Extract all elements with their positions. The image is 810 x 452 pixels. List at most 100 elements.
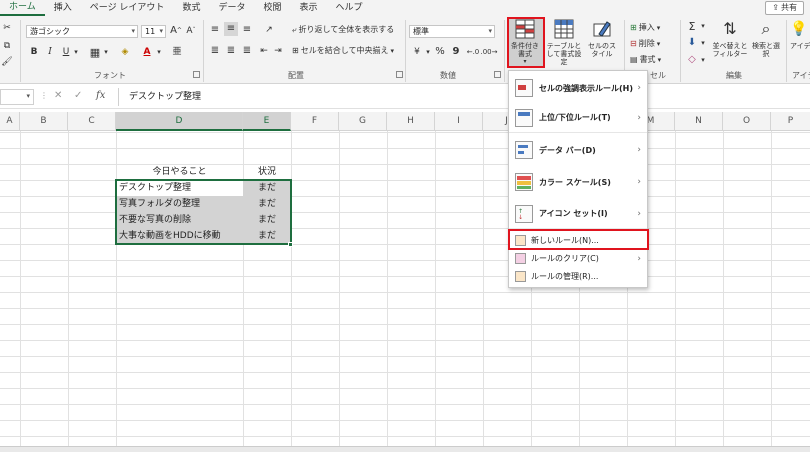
merge-center-button[interactable]: ⊞ セルを結合して中央揃え ▾: [292, 45, 394, 56]
sort-filter-button[interactable]: ⇅ 並べ替えとフィルター: [712, 18, 748, 68]
percent-icon[interactable]: %: [434, 45, 446, 59]
number-format-select[interactable]: 標準 ▾: [409, 25, 495, 38]
enter-icon[interactable]: ✓: [74, 90, 82, 101]
column-header-g[interactable]: G: [339, 112, 387, 131]
align-top-icon[interactable]: ≡: [208, 24, 222, 36]
tab-insert[interactable]: 挿入: [45, 0, 81, 16]
format-cells-icon: ▤: [630, 55, 638, 64]
column-header-i[interactable]: I: [435, 112, 483, 131]
format-cells-button[interactable]: ▤ 書式 ▾: [630, 54, 661, 65]
chevron-right-icon: ›: [637, 112, 641, 123]
format-as-table-button[interactable]: テーブルとして書式設定: [544, 18, 584, 68]
align-bottom-icon[interactable]: ≡: [240, 24, 254, 36]
decrease-decimal-icon[interactable]: .00→: [481, 45, 498, 59]
phonetic-icon[interactable]: 亜: [170, 45, 184, 59]
column-header-p[interactable]: P: [771, 112, 810, 131]
ribbon: ✂ ⧉ 🖌 游ゴシック ▾ 11 ▾ A ^ Aˇ B I U ▾ ▦ ▾ ◈ A ▾…: [0, 16, 810, 84]
search-icon: ⌕: [761, 19, 771, 38]
align-middle-icon[interactable]: ≡: [224, 22, 238, 36]
alignment-group-label: 配置: [288, 71, 304, 80]
menu-item-top-bottom-rules[interactable]: 上位/下位ルール(T) ›: [509, 103, 647, 133]
decrease-indent-icon[interactable]: ⇤: [258, 45, 270, 57]
menu-item-clear-rules[interactable]: ルールのクリア(C) ›: [509, 250, 647, 267]
autosum-icon[interactable]: Σ: [686, 20, 698, 32]
tab-data[interactable]: データ: [209, 0, 254, 16]
color-scales-icon: [515, 173, 533, 191]
column-header-o[interactable]: O: [723, 112, 771, 131]
menu-item-data-bars[interactable]: データ バー(D) ›: [509, 135, 647, 165]
worksheet-grid[interactable]: 今日やること 状況 デスクトップ整理 まだ 写真フォルダの整理 まだ 不要な写真…: [0, 131, 810, 446]
menu-item-icon-sets[interactable]: ↑ ↓ アイコン セット(I) ›: [509, 199, 647, 229]
formula-input[interactable]: デスクトップ整理: [118, 88, 810, 106]
menu-item-manage-rules[interactable]: ルールの管理(R)...: [509, 268, 647, 285]
chevron-down-icon[interactable]: ▾: [102, 45, 110, 59]
increase-decimal-icon[interactable]: ←.0: [466, 45, 480, 59]
chevron-down-icon[interactable]: ▾: [699, 20, 707, 32]
column-header-h[interactable]: H: [387, 112, 435, 131]
bold-icon[interactable]: B: [28, 45, 40, 59]
chevron-down-icon[interactable]: ▾: [155, 45, 163, 59]
fill-icon[interactable]: ⬇: [686, 37, 698, 49]
underline-icon[interactable]: U: [60, 45, 72, 59]
ideas-button[interactable]: 💡 アイデ: [790, 18, 810, 68]
chevron-down-icon[interactable]: ▾: [424, 45, 432, 59]
alignment-dialog-launcher[interactable]: [396, 71, 403, 78]
sort-filter-icon: ⇅: [723, 19, 737, 38]
currency-icon[interactable]: ¥: [410, 45, 424, 59]
column-header-e[interactable]: E: [243, 112, 291, 131]
header-cell-status[interactable]: 状況: [243, 164, 291, 180]
column-header-a[interactable]: A: [0, 112, 20, 131]
number-dialog-launcher[interactable]: [494, 71, 501, 78]
clear-icon[interactable]: ◇: [686, 54, 698, 66]
tab-formulas[interactable]: 数式: [173, 0, 209, 16]
italic-icon[interactable]: I: [44, 45, 56, 59]
tab-help[interactable]: ヘルプ: [327, 0, 372, 16]
menu-item-color-scales[interactable]: カラー スケール(S) ›: [509, 167, 647, 197]
orientation-icon[interactable]: ↗: [262, 24, 276, 36]
menu-item-highlight-rules[interactable]: セルの強調表示ルール(H) ›: [509, 73, 647, 103]
tab-home[interactable]: ホーム: [0, 0, 45, 16]
cut-icon[interactable]: ✂: [2, 22, 12, 34]
delete-cells-button[interactable]: ⊟ 削除 ▾: [630, 38, 660, 49]
share-icon: ⇪: [772, 3, 779, 12]
cell-styles-button[interactable]: セルのスタイル: [586, 18, 618, 68]
column-header-b[interactable]: B: [20, 112, 68, 131]
increase-indent-icon[interactable]: ⇥: [272, 45, 284, 57]
column-header-n[interactable]: N: [675, 112, 723, 131]
font-color-icon[interactable]: A: [140, 45, 154, 59]
grow-font-icon[interactable]: A ^: [170, 24, 182, 38]
format-painter-icon[interactable]: 🖌: [1, 56, 12, 68]
font-name-select[interactable]: 游ゴシック ▾: [26, 25, 138, 38]
tab-page-layout[interactable]: ページ レイアウト: [81, 0, 174, 16]
column-header-d[interactable]: D: [116, 112, 243, 131]
cancel-icon[interactable]: ✕: [54, 90, 62, 101]
ideas-group-label: アイデア: [792, 71, 810, 80]
share-button[interactable]: ⇪ 共有: [765, 1, 804, 15]
find-select-button[interactable]: ⌕ 検索と選択: [750, 18, 782, 68]
borders-icon[interactable]: ▦: [88, 45, 102, 59]
wrap-text-button[interactable]: ⤶ 折り返して全体を表示する: [292, 24, 394, 35]
chevron-down-icon[interactable]: ▾: [699, 54, 707, 66]
align-right-icon[interactable]: ≣: [240, 45, 254, 57]
comma-style-icon[interactable]: 9: [450, 45, 462, 59]
fill-color-icon[interactable]: ◈: [118, 45, 132, 59]
column-header-c[interactable]: C: [68, 112, 116, 131]
chevron-down-icon[interactable]: ▾: [699, 37, 707, 49]
copy-icon[interactable]: ⧉: [2, 40, 12, 52]
name-box[interactable]: ▾: [0, 89, 34, 105]
tab-view[interactable]: 表示: [290, 0, 326, 16]
conditional-format-menu: セルの強調表示ルール(H) › 上位/下位ルール(T) › データ バー(D) …: [508, 70, 648, 288]
manage-rules-icon: [515, 271, 526, 282]
insert-cells-button[interactable]: ⊞ 挿入 ▾: [630, 22, 660, 33]
shrink-font-icon[interactable]: Aˇ: [185, 24, 197, 38]
header-cell-task[interactable]: 今日やること: [116, 164, 243, 180]
fill-handle[interactable]: [288, 242, 293, 247]
tab-review[interactable]: 校閲: [254, 0, 290, 16]
chevron-down-icon[interactable]: ▾: [72, 45, 80, 59]
insert-function-icon[interactable]: fx: [96, 90, 105, 101]
align-center-icon[interactable]: ≣: [224, 45, 238, 57]
align-left-icon[interactable]: ≣: [208, 45, 222, 57]
font-dialog-launcher[interactable]: [193, 71, 200, 78]
column-header-f[interactable]: F: [291, 112, 339, 131]
font-size-select[interactable]: 11 ▾: [141, 25, 166, 38]
